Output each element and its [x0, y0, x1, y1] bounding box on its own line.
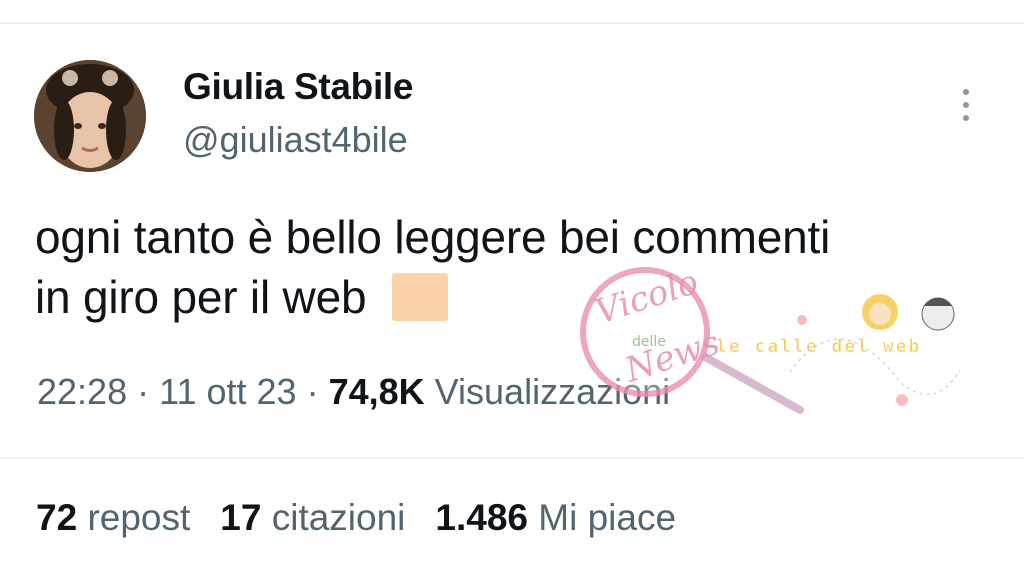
watermark-overlay: Vicolo delle News le calle del web	[580, 262, 961, 414]
display-name[interactable]: Giulia Stabile	[183, 66, 414, 108]
repost-stat[interactable]: 72 repost	[36, 497, 190, 538]
tweet-text-line: in giro per il web	[35, 271, 367, 323]
views-count: 74,8K	[328, 371, 425, 412]
tweet-time[interactable]: 22:28	[37, 371, 127, 412]
watermark-paw-icon	[896, 394, 908, 406]
user-handle[interactable]: @giuliast4bile	[183, 119, 408, 161]
tweet-text-line: ogni tanto è bello leggere bei commenti	[35, 211, 831, 263]
quotes-label: citazioni	[271, 497, 406, 538]
repost-count: 72	[36, 497, 78, 538]
quotes-stat[interactable]: 17 citazioni	[220, 497, 405, 538]
quotes-count: 17	[220, 497, 262, 538]
stats-divider	[0, 457, 1024, 459]
avatar-image	[34, 60, 146, 172]
likes-label: Mi piace	[538, 497, 677, 538]
watermark-paw-icon	[797, 315, 807, 325]
top-divider	[0, 22, 1024, 24]
watermark-banner-text: le calle del web	[716, 336, 921, 357]
engagement-stats: 72 repost 17 citazioni 1.486 Mi piace	[36, 497, 676, 539]
tweet-date[interactable]: 11 ott 23	[159, 371, 296, 412]
meta-separator: ·	[137, 371, 160, 412]
peach-square-emoji-icon	[392, 273, 449, 321]
repost-label: repost	[87, 497, 191, 538]
watermark-pen	[701, 353, 804, 414]
likes-count: 1.486	[435, 497, 528, 538]
likes-stat[interactable]: 1.486 Mi piace	[435, 497, 676, 538]
more-vertical-icon[interactable]	[952, 84, 980, 126]
avatar[interactable]	[34, 60, 146, 172]
meta-separator: ·	[306, 371, 329, 412]
